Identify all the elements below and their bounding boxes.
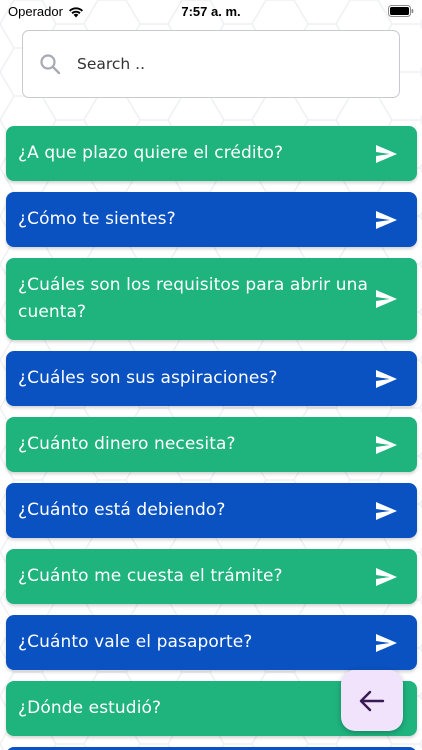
question-text: ¿Cómo te sientes? [18,209,176,229]
send-icon [376,567,397,586]
question-text: ¿Cuánto dinero necesita? [18,434,236,454]
question-text: ¿Dónde estudió? [18,698,162,718]
question-item[interactable]: ¿Cómo te sientes? [6,192,417,247]
send-icon [376,210,397,229]
back-button[interactable] [341,670,403,731]
send-icon [376,435,397,454]
status-time: 7:57 a. m. [181,4,241,19]
question-item[interactable]: ¿Cuánto dinero necesita? [6,417,417,472]
battery-icon [388,5,414,17]
question-item[interactable]: ¿Cuánto me cuesta el trámite? [6,549,417,604]
question-item[interactable]: ¿Cuáles son sus aspiraciones? [6,351,417,406]
search-input[interactable] [77,55,357,73]
send-icon [376,290,397,308]
search-bar[interactable] [22,30,400,98]
question-text: ¿Cuánto vale el pasaporte? [18,632,253,652]
question-item[interactable]: ¿Cuánto está debiendo? [6,483,417,538]
send-icon [376,144,397,163]
question-text: ¿Cuáles son sus aspiraciones? [18,368,278,388]
send-icon [376,501,397,520]
question-text: ¿A que plazo quiere el crédito? [18,143,284,163]
status-bar: Operador 7:57 a. m. [0,0,422,24]
question-text: ¿Cuánto me cuesta el trámite? [18,566,283,586]
question-item[interactable]: ¿A que plazo quiere el crédito? [6,126,417,181]
send-icon [376,369,397,388]
question-item[interactable]: ¿Cuáles son los requisitos para abrir un… [6,258,417,340]
arrow-left-icon [359,690,385,711]
question-text: ¿Cuánto está debiendo? [18,500,226,520]
search-icon [40,54,61,75]
question-item[interactable]: ¿Cuánto vale el pasaporte? [6,615,417,670]
send-icon [376,633,397,652]
question-text: ¿Cuáles son los requisitos para abrir un… [18,275,369,322]
